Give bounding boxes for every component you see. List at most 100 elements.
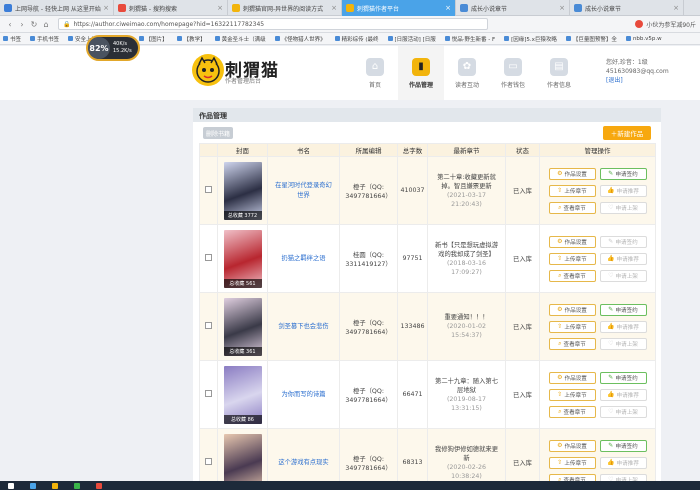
nav-item[interactable]: ▮ 作品管理 (398, 46, 444, 100)
close-icon[interactable]: × (217, 4, 223, 12)
book-title-link[interactable]: 剑圣篡下也会悲伤 (268, 322, 339, 332)
work-settings-button[interactable]: ⚙ 作品设置 (548, 303, 596, 316)
start-icon[interactable] (8, 482, 14, 489)
book-cover-image[interactable]: 总收藏 361 (223, 297, 262, 356)
close-icon[interactable]: × (103, 4, 109, 12)
nav-item[interactable]: ▭ 作者钱包 (490, 46, 536, 100)
close-icon[interactable]: × (331, 4, 337, 12)
view-chapters-button[interactable]: ⌕查看章节 (548, 269, 596, 282)
nav-item[interactable]: ✿ 读者互动 (444, 46, 490, 100)
apply-sign-button[interactable]: ✎ 申请签约 (599, 303, 647, 316)
view-chapters-button[interactable]: ⌕查看章节 (548, 337, 596, 350)
logout-link[interactable]: [退出] (606, 77, 623, 84)
apply-sign-button: ✎ 申请签约 (599, 235, 647, 248)
nav-item[interactable]: ⌂ 首页 (352, 46, 398, 100)
row-checkbox[interactable] (205, 458, 212, 465)
chapter-title: 我修狗伊修如德就来更新 (435, 445, 498, 462)
row-checkbox[interactable] (205, 186, 212, 193)
cover-caption: 总收藏 86 (223, 414, 262, 424)
work-settings-button[interactable]: ⚙ 作品设置 (548, 235, 596, 248)
nav-label: 读者互动 (454, 81, 479, 89)
book-cover-image[interactable]: 总收藏 86 (223, 365, 262, 424)
panel-title: 作品管理 (193, 108, 661, 122)
bookmark-item[interactable]: nbb.v5p.w (625, 36, 662, 42)
tab-label: 刺猬猫作者平台 (357, 5, 400, 13)
browser-tab[interactable]: 成长小说章节 × (456, 0, 570, 16)
apply-sign-button[interactable]: ✎ 申请签约 (599, 167, 647, 180)
home-icon[interactable]: ⌂ (40, 20, 52, 29)
work-settings-button[interactable]: ⚙ 作品设置 (548, 439, 596, 452)
bookmark-item[interactable]: 《怪物猎人世界》 (274, 35, 326, 43)
action-buttons: ⚙作品设置✎申请签约⇧上传章节👍申请推荐⌕查看章节♡申请上架 (540, 167, 655, 214)
bookmark-label: 黄金圣斗士（满级 (221, 36, 266, 43)
browser-tab[interactable]: 刺猬猫官网-异世界的阅读方式 × (228, 0, 342, 16)
browser-tab[interactable]: 刺猬猫作者平台 × (342, 0, 456, 16)
bookmark-item[interactable]: 黄金圣斗士（满级 (214, 35, 266, 43)
bookmark-icon (504, 36, 510, 41)
bookmark-item[interactable]: 书签 (3, 35, 21, 43)
bookmark-item[interactable]: 手机书签 (30, 35, 59, 43)
bookmark-icon (565, 36, 571, 41)
view-chapters-button[interactable]: ⌕查看章节 (548, 201, 596, 214)
close-icon[interactable]: × (559, 4, 565, 12)
nav-item[interactable]: ▤ 作者信息 (536, 46, 582, 100)
book-title-link[interactable]: 为你而写的诗篇 (268, 390, 339, 400)
reload-icon[interactable]: ↻ (28, 20, 40, 29)
row-checkbox[interactable] (205, 322, 212, 329)
bookmark-icon (138, 36, 144, 41)
row-checkbox[interactable] (205, 254, 212, 261)
upload-chapter-button[interactable]: ⇧ 上传章节 (548, 456, 596, 469)
panel-toolbar: 删除书籍 ＋新建作品 (193, 122, 661, 143)
latest-chapter-cell: 新书【只是想玩虚拟游戏的我却成了剑圣】 (2018-03-16 17:09:27) (427, 224, 506, 293)
upload-chapter-icon: ⇧ (557, 459, 563, 466)
bookmark-icon (444, 36, 450, 41)
action-label: 上传章节 (564, 256, 587, 263)
view-chapters-button[interactable]: ⌕查看章节 (548, 405, 596, 418)
row-checkbox[interactable] (205, 390, 212, 397)
app-task-icon[interactable] (96, 482, 102, 489)
action-label: 申请推荐 (616, 324, 639, 331)
upload-chapter-button[interactable]: ⇧ 上传章节 (548, 252, 596, 265)
work-settings-button[interactable]: ⚙ 作品设置 (548, 371, 596, 384)
book-title-link[interactable]: 这个游戏有点现实 (268, 458, 339, 468)
apply-sign-button[interactable]: ✎ 申请签约 (599, 371, 647, 384)
forward-icon[interactable]: › (16, 20, 28, 29)
upload-chapter-button[interactable]: ⇧ 上传章节 (548, 388, 596, 401)
back-icon[interactable]: ‹ (4, 20, 16, 29)
book-cover-image[interactable]: 总收藏 3772 (223, 161, 262, 220)
view-chapters-icon: ⌕ (558, 339, 562, 347)
bookmark-item[interactable]: 【巨量图预警】全 (565, 35, 617, 43)
bookmark-item[interactable]: 精彩综传 (最终 (334, 35, 379, 43)
bookmark-item[interactable]: 悦品·野生新番 - F (444, 35, 495, 43)
apply-shelve-button: ♡申请上架 (599, 269, 647, 282)
close-icon[interactable]: × (673, 4, 679, 12)
delete-books-button[interactable]: 删除书籍 (203, 127, 233, 139)
browser-task-icon[interactable] (30, 482, 36, 489)
url-input[interactable]: 🔒 https://author.ciweimao.com/homepage?h… (58, 18, 488, 30)
browser-tab[interactable]: 成长小说章节 × (570, 0, 684, 16)
network-speed-widget[interactable]: 82% 40K/s 15.2K/s (86, 35, 140, 61)
search-engine-icon (635, 20, 644, 28)
book-title-link[interactable]: 在星河时代登录奇幻世界 (268, 181, 339, 201)
wechat-task-icon[interactable] (74, 482, 80, 489)
browser-tab[interactable]: 刺猬猫 - 搜狗搜索 × (114, 0, 228, 16)
close-icon[interactable]: × (445, 4, 451, 12)
work-settings-button[interactable]: ⚙ 作品设置 (548, 167, 596, 180)
bookmark-item[interactable]: [因缘]5.x巨猿攻略 (504, 35, 557, 43)
new-work-button[interactable]: ＋新建作品 (603, 126, 651, 140)
book-title-link[interactable]: 扔猫之羁绊之语 (268, 254, 339, 264)
browser-tab[interactable]: 上网导航 - 轻快上网 从这里开始 × (0, 0, 114, 16)
upload-chapter-button[interactable]: ⇧ 上传章节 (548, 320, 596, 333)
bookmark-item[interactable]: 【图片】 (138, 35, 168, 43)
bookmark-item[interactable]: [日服活动] [日服 (387, 35, 436, 43)
bookmark-item[interactable]: 【教学】 (176, 35, 206, 43)
logo-icon[interactable] (192, 54, 224, 86)
apply-sign-button[interactable]: ✎ 申请签约 (599, 439, 647, 452)
book-cover-image[interactable]: 总收藏 561 (223, 229, 262, 288)
explorer-task-icon[interactable] (52, 482, 58, 489)
column-header: 管理操作 (539, 143, 656, 157)
upload-chapter-button[interactable]: ⇧ 上传章节 (548, 184, 596, 197)
status-cell: 已入库 (505, 156, 540, 225)
search-suggestion[interactable]: 小伙为参军减90斤 (632, 20, 696, 29)
column-header: 总字数 (397, 143, 428, 157)
